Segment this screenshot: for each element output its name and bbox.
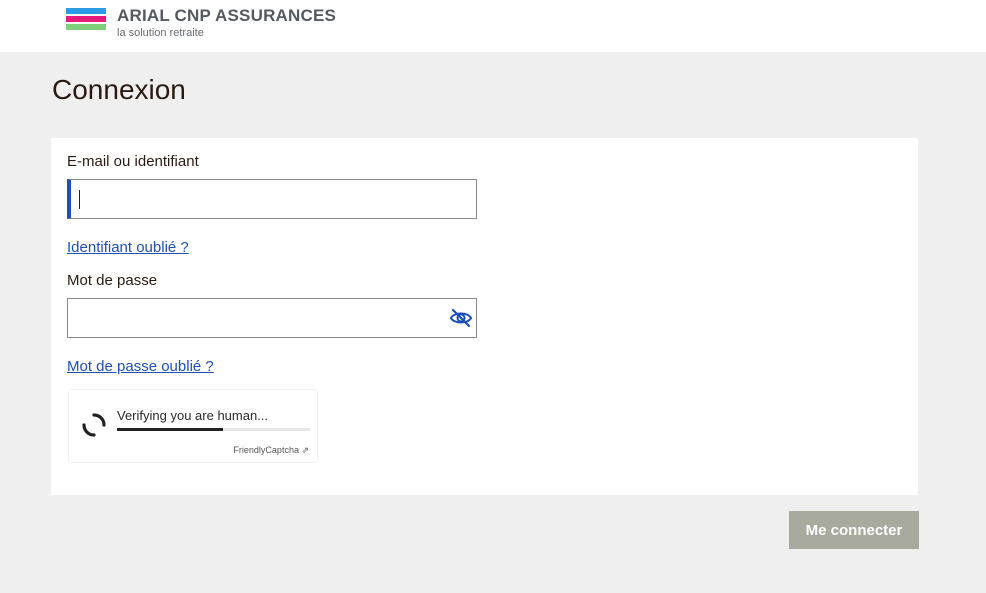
eye-slash-icon[interactable] — [449, 307, 473, 329]
brand-name: ARIAL CNP ASSURANCES — [117, 6, 337, 25]
loading-spinner-icon — [82, 413, 106, 437]
password-input[interactable] — [67, 298, 477, 338]
logo-bar-green — [66, 24, 106, 30]
captcha-progress-fill — [117, 428, 224, 431]
captcha-widget[interactable]: Verifying you are human... FriendlyCaptc… — [68, 389, 318, 463]
login-card: E-mail ou identifiant Identifiant oublié… — [51, 138, 918, 495]
logo-bar-blue — [66, 8, 106, 14]
brand-tagline: la solution retraite — [117, 27, 204, 39]
forgot-login-link[interactable]: Identifiant oublié ? — [67, 239, 189, 256]
login-submit-button[interactable]: Me connecter — [789, 511, 919, 549]
forgot-password-link[interactable]: Mot de passe oublié ? — [67, 358, 214, 375]
site-header: ARIAL CNP ASSURANCES la solution retrait… — [0, 0, 986, 52]
captcha-progress-bar — [117, 428, 310, 431]
logo-bar-pink — [66, 16, 106, 22]
password-label: Mot de passe — [67, 272, 158, 289]
captcha-status: Verifying you are human... — [117, 408, 269, 423]
captcha-brand-link[interactable]: FriendlyCaptcha ⇗ — [233, 445, 309, 456]
page-title: Connexion — [52, 74, 186, 105]
login-label: E-mail ou identifiant — [67, 153, 199, 170]
brand-logo[interactable] — [66, 8, 106, 32]
login-input[interactable] — [67, 179, 477, 219]
text-caret — [79, 190, 80, 209]
